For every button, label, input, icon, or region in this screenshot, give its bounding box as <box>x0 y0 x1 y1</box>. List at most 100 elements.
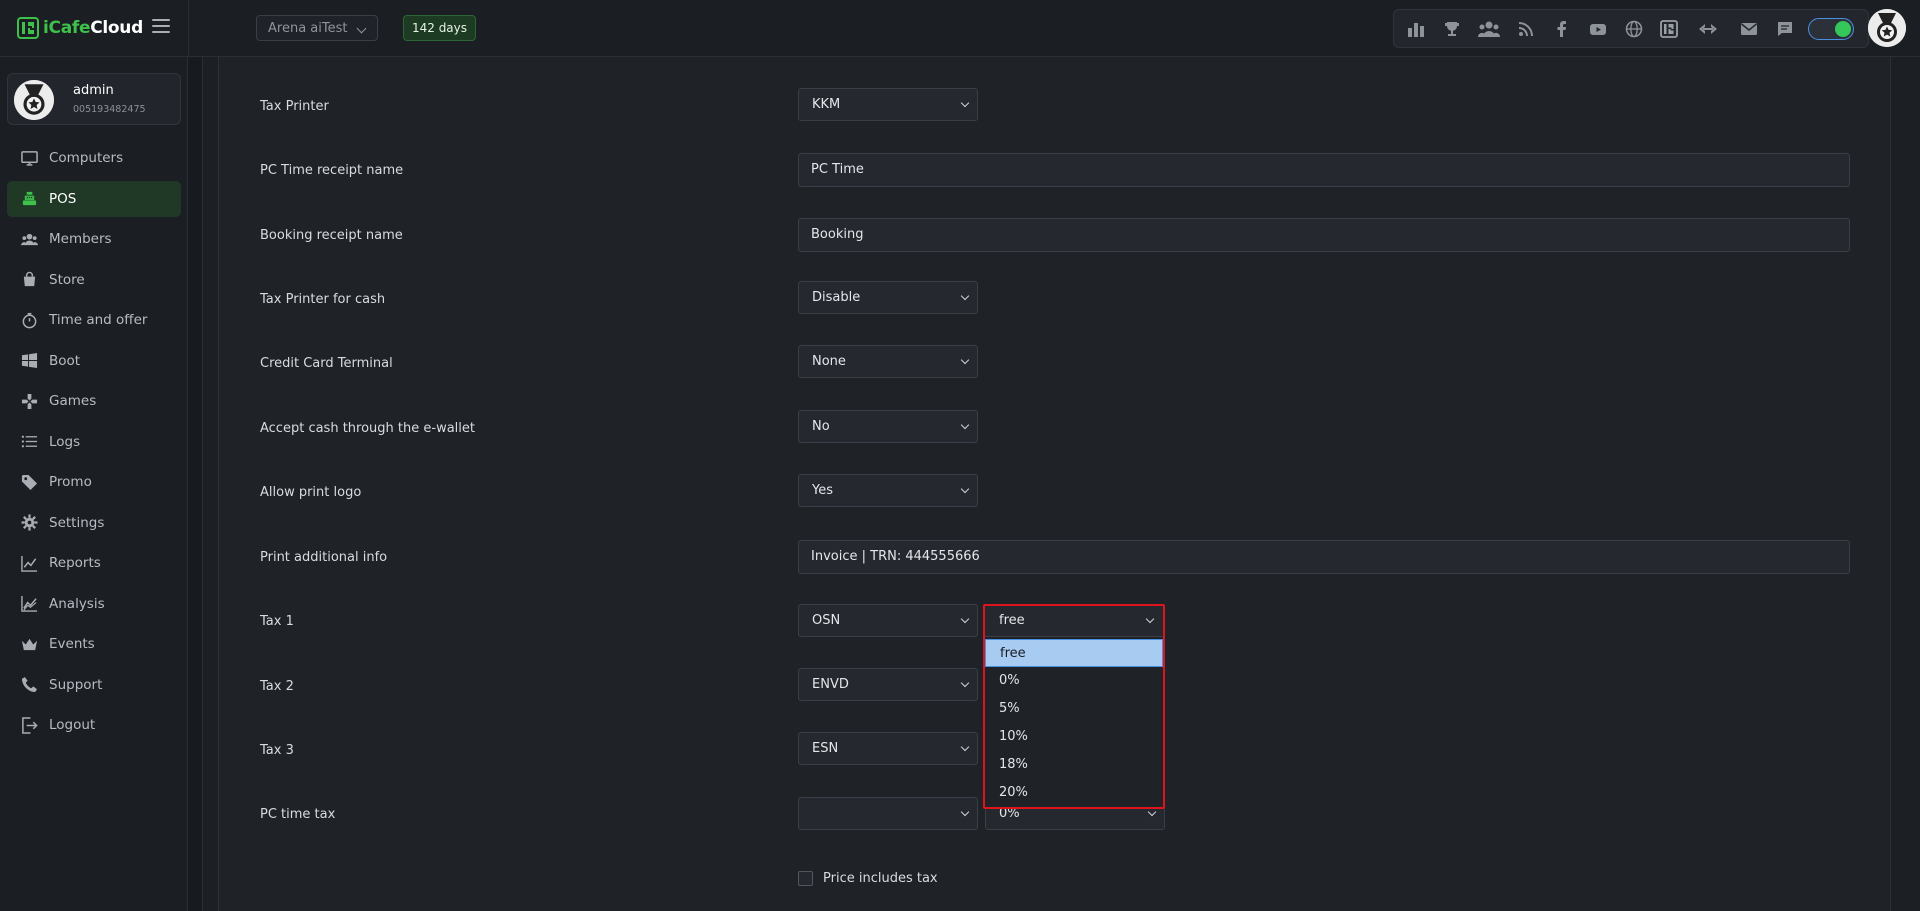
sidebar-item-label: Store <box>49 271 85 288</box>
dropdown-option-20[interactable]: 20% <box>985 779 1163 807</box>
tax1-system-select[interactable]: OSN <box>798 604 978 637</box>
double-chevron-icon[interactable] <box>1697 20 1719 38</box>
tax-printer-value: KKM <box>812 97 841 112</box>
credit-card-terminal-select[interactable]: None <box>798 345 978 378</box>
sidebar-item-label: Computers <box>49 150 124 166</box>
pc-time-tax-label: PC time tax <box>260 807 336 822</box>
price-includes-tax-row[interactable]: Price includes tax <box>798 871 938 886</box>
phone-icon <box>20 676 38 694</box>
gear-icon <box>20 514 38 532</box>
shopping-bag-icon <box>20 271 38 289</box>
tax1-rate-select[interactable]: free <box>985 606 1163 637</box>
sidebar-item-promo[interactable]: Promo <box>7 464 181 500</box>
sidebar-item-logout[interactable]: Logout <box>7 707 181 743</box>
chevron-down-icon <box>960 98 970 108</box>
medal-avatar-icon <box>14 80 54 120</box>
chevron-down-icon <box>960 807 970 817</box>
cafe-selector[interactable]: Arena aiTest <box>256 15 378 41</box>
tax-printer-cash-label: Tax Printer for cash <box>260 292 386 307</box>
chevron-down-icon <box>356 23 367 34</box>
dropdown-option-0[interactable]: 0% <box>985 667 1163 695</box>
subscription-days-badge: 142 days <box>403 15 476 41</box>
sidebar-item-label: Support <box>49 676 103 693</box>
quick-links-toolbar <box>1393 9 1869 48</box>
tax-printer-select[interactable]: KKM <box>798 88 978 121</box>
tax3-system-value: ESN <box>812 741 839 756</box>
credit-card-terminal-value: None <box>812 354 846 369</box>
price-includes-tax-checkbox[interactable] <box>798 871 813 886</box>
dropdown-option-5[interactable]: 5% <box>985 695 1163 723</box>
pc-time-receipt-label: PC Time receipt name <box>260 163 404 178</box>
accept-cash-ewallet-value: No <box>812 419 830 434</box>
facebook-icon[interactable] <box>1553 20 1571 38</box>
pc-time-tax-system-select[interactable] <box>798 797 978 830</box>
chat-icon[interactable] <box>1776 20 1794 38</box>
sidebar-item-boot[interactable]: Boot <box>7 343 181 379</box>
tax-printer-cash-select[interactable]: Disable <box>798 281 978 314</box>
sidebar-item-label: POS <box>49 190 77 207</box>
crown-icon <box>20 635 38 653</box>
price-includes-tax-label: Price includes tax <box>823 871 938 886</box>
mail-icon[interactable] <box>1740 20 1758 38</box>
icafe-icon[interactable] <box>1660 20 1678 38</box>
sidebar-item-events[interactable]: Events <box>7 626 181 662</box>
booking-receipt-input[interactable]: Booking <box>798 218 1850 252</box>
sidebar-item-label: Settings <box>49 514 105 531</box>
tax1-label: Tax 1 <box>260 614 294 629</box>
user-card[interactable]: admin 005193482475 <box>7 73 181 125</box>
sidebar-item-store[interactable]: Store <box>7 262 181 298</box>
sidebar-item-time-and-offer[interactable]: Time and offer <box>7 302 181 338</box>
globe-icon[interactable] <box>1625 20 1643 38</box>
dropdown-option-free[interactable]: free <box>985 639 1163 667</box>
sidebar-item-computers[interactable]: Computers <box>7 140 181 176</box>
accept-cash-ewallet-select[interactable]: No <box>798 410 978 443</box>
tax3-system-select[interactable]: ESN <box>798 732 978 765</box>
app-logo[interactable]: iCafeCloud <box>17 16 143 40</box>
sidebar-item-label: Members <box>49 231 112 247</box>
sidebar-item-games[interactable]: Games <box>7 383 181 419</box>
group-icon[interactable] <box>1477 20 1501 38</box>
list-icon <box>20 433 38 451</box>
sidebar-edge <box>188 57 203 911</box>
dropdown-option-10[interactable]: 10% <box>985 723 1163 751</box>
sidebar-nav: Computers POS Members Store Time and off… <box>7 140 181 748</box>
windows-icon <box>20 352 38 370</box>
leaderboard-icon[interactable] <box>1407 20 1425 38</box>
user-name: admin <box>73 83 114 98</box>
pc-time-receipt-input[interactable]: PC Time <box>798 153 1850 187</box>
dropdown-option-18[interactable]: 18% <box>985 751 1163 779</box>
pc-time-tax-rate-value: 0% <box>999 806 1020 821</box>
sidebar-item-reports[interactable]: Reports <box>7 545 181 581</box>
sidebar-item-logs[interactable]: Logs <box>7 424 181 460</box>
youtube-icon[interactable] <box>1589 20 1607 38</box>
theme-toggle[interactable] <box>1808 18 1854 40</box>
sidebar-item-members[interactable]: Members <box>7 221 181 257</box>
trophy-icon[interactable] <box>1443 20 1461 38</box>
allow-print-logo-select[interactable]: Yes <box>798 474 978 507</box>
logout-icon <box>20 716 38 734</box>
monitor-icon <box>20 149 38 167</box>
sidebar-item-label: Logs <box>49 433 81 450</box>
tax-printer-label: Tax Printer <box>260 99 329 114</box>
members-icon <box>20 230 38 248</box>
top-bar: iCafeCloud Arena aiTest 142 days <box>0 0 1920 57</box>
sidebar-item-analysis[interactable]: Analysis <box>7 586 181 622</box>
accept-cash-ewallet-label: Accept cash through the e-wallet <box>260 421 475 436</box>
sidebar-item-settings[interactable]: Settings <box>7 505 181 541</box>
chevron-down-icon <box>960 742 970 752</box>
tag-icon <box>20 473 38 491</box>
print-additional-info-input[interactable]: Invoice | TRN: 444555666 <box>798 540 1850 574</box>
medal-avatar-icon <box>1868 9 1906 47</box>
divider <box>188 0 189 57</box>
profile-avatar[interactable] <box>1868 9 1906 47</box>
tax3-label: Tax 3 <box>260 743 294 758</box>
menu-toggle-icon[interactable] <box>152 19 170 35</box>
sidebar-item-support[interactable]: Support <box>7 667 181 703</box>
sidebar-item-pos[interactable]: POS <box>7 180 181 217</box>
tax1-rate-options: free 0% 5% 10% 18% 20% <box>985 639 1163 807</box>
rss-icon[interactable] <box>1517 20 1535 38</box>
tax2-system-select[interactable]: ENVD <box>798 668 978 701</box>
page-margin <box>1891 57 1920 911</box>
tax1-system-value: OSN <box>812 613 841 628</box>
line-chart-icon <box>20 554 38 572</box>
